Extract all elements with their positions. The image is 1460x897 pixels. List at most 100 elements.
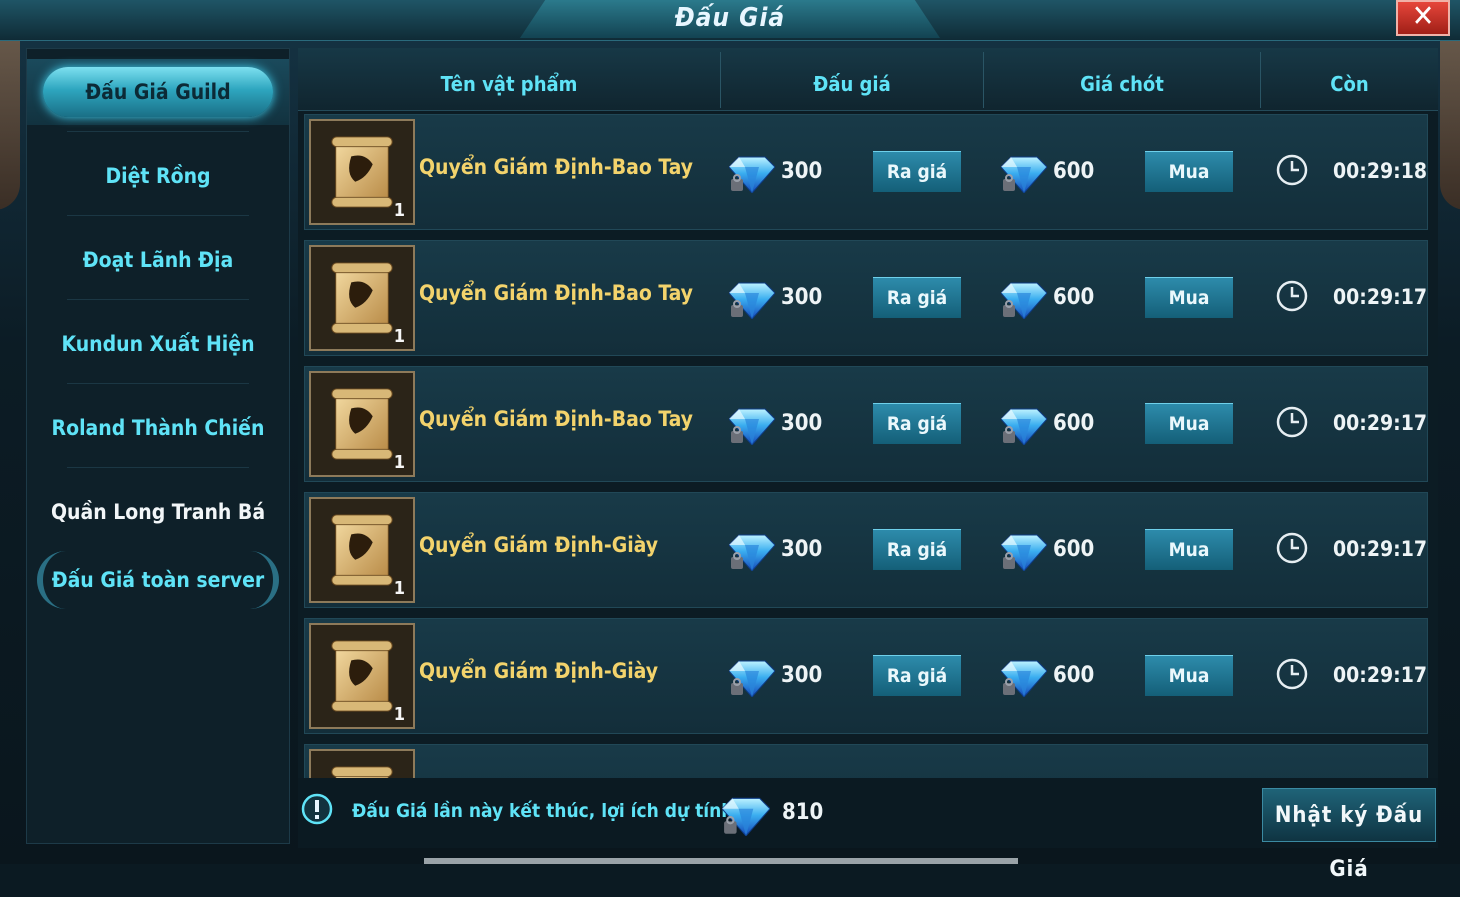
sidebar-item-label: Roland Thành Chiến xyxy=(51,416,265,440)
item-quantity: 1 xyxy=(393,452,405,473)
divider xyxy=(67,299,249,300)
item-name: Quyển Giám Định-Giày xyxy=(419,533,659,557)
divider xyxy=(67,383,249,384)
locked-diamond-icon xyxy=(729,156,775,193)
info-icon xyxy=(301,793,333,825)
buyout-price: 600 xyxy=(1053,159,1095,184)
bid-price: 300 xyxy=(781,411,823,436)
bid-button[interactable]: Ra giá xyxy=(873,655,961,696)
auction-table: Tên vật phẩm Đấu giá Giá chót Còn 1 Quyể… xyxy=(298,48,1438,778)
item-name: Quyển Giám Định-Bao Tay xyxy=(419,281,693,305)
clock-icon xyxy=(1276,532,1308,564)
category-sidebar: Đấu Giá Guild Diệt Rồng Đoạt Lãnh Địa Ku… xyxy=(26,48,290,844)
buy-button[interactable]: Mua xyxy=(1145,529,1233,570)
clock-icon xyxy=(1276,280,1308,312)
diamond-icon xyxy=(1001,282,1047,319)
item-name: Quyển Giám Định-Bao Tay xyxy=(419,407,693,431)
header-time-left: Còn xyxy=(1330,72,1369,96)
bid-button[interactable]: Ra giá xyxy=(873,151,961,192)
item-slot[interactable]: 1 xyxy=(309,371,415,477)
footer-bar: Đấu Giá lần này kết thúc, lợi ích dự tín… xyxy=(298,778,1438,882)
sidebar-item-quan-long[interactable]: Quần Long Tranh Bá xyxy=(27,479,289,545)
bid-button[interactable]: Ra giá xyxy=(873,403,961,444)
buy-button[interactable]: Mua xyxy=(1145,277,1233,318)
glove-scroll-icon xyxy=(331,262,393,334)
item-slot[interactable] xyxy=(309,749,415,778)
bid-button[interactable]: Ra giá xyxy=(873,529,961,570)
buy-button[interactable]: Mua xyxy=(1145,151,1233,192)
sidebar-item-label: Diệt Rồng xyxy=(105,164,211,188)
table-row[interactable]: 1 Quyển Giám Định-Bao Tay 300 Ra giá 600… xyxy=(304,114,1428,230)
divider xyxy=(67,215,249,216)
sidebar-item-doat-lanh-dia[interactable]: Đoạt Lãnh Địa xyxy=(27,227,289,293)
diamond-icon xyxy=(1001,408,1047,445)
sidebar-item-label: Kundun Xuất Hiện xyxy=(61,332,255,356)
clock-icon xyxy=(1276,154,1308,186)
locked-diamond-icon xyxy=(729,408,775,445)
item-quantity: 1 xyxy=(393,326,405,347)
close-icon: ✕ xyxy=(1411,0,1435,34)
time-left: 00:29:17 xyxy=(1333,537,1427,561)
glove-scroll-icon xyxy=(331,388,393,460)
boots-scroll-icon xyxy=(331,640,393,712)
item-quantity: 1 xyxy=(393,578,405,599)
bid-price: 300 xyxy=(781,159,823,184)
horizontal-scrollbar[interactable] xyxy=(424,858,1018,864)
buyout-price: 600 xyxy=(1053,285,1095,310)
time-left: 00:29:17 xyxy=(1333,663,1427,687)
scroll-icon xyxy=(331,766,393,778)
item-slot[interactable]: 1 xyxy=(309,119,415,225)
sidebar-item-guild-auction[interactable]: Đấu Giá Guild xyxy=(27,59,289,125)
buyout-price: 600 xyxy=(1053,537,1095,562)
time-left: 00:29:17 xyxy=(1333,411,1427,435)
diamond-icon xyxy=(1001,534,1047,571)
estimated-profit-label: Đấu Giá lần này kết thúc, lợi ích dự tín… xyxy=(352,800,734,822)
table-row[interactable]: 1 Quyển Giám Định-Bao Tay 300 Ra giá 600… xyxy=(304,366,1428,482)
item-slot[interactable]: 1 xyxy=(309,497,415,603)
clock-icon xyxy=(1276,406,1308,438)
buyout-price: 600 xyxy=(1053,411,1095,436)
item-slot[interactable]: 1 xyxy=(309,623,415,729)
glove-scroll-icon xyxy=(331,136,393,208)
divider xyxy=(67,131,249,132)
sidebar-item-label: Quần Long Tranh Bá xyxy=(50,500,266,524)
sidebar-item-diet-rong[interactable]: Diệt Rồng xyxy=(27,143,289,209)
time-left: 00:29:18 xyxy=(1333,159,1427,183)
locked-diamond-icon xyxy=(729,534,775,571)
diamond-icon xyxy=(1001,660,1047,697)
bid-price: 300 xyxy=(781,537,823,562)
item-slot[interactable]: 1 xyxy=(309,245,415,351)
locked-diamond-icon xyxy=(729,660,775,697)
table-row[interactable]: 1 Quyển Giám Định-Giày 300 Ra giá 600 Mu… xyxy=(304,492,1428,608)
buyout-price: 600 xyxy=(1053,663,1095,688)
table-row[interactable] xyxy=(304,744,1428,778)
sidebar-item-roland[interactable]: Roland Thành Chiến xyxy=(27,395,289,461)
sidebar-item-kundun[interactable]: Kundun Xuất Hiện xyxy=(27,311,289,377)
time-left: 00:29:17 xyxy=(1333,285,1427,309)
buy-button[interactable]: Mua xyxy=(1145,655,1233,696)
diamond-icon xyxy=(1001,156,1047,193)
divider xyxy=(67,467,249,468)
clock-icon xyxy=(1276,658,1308,690)
close-button[interactable]: ✕ xyxy=(1396,0,1450,36)
locked-diamond-icon xyxy=(729,282,775,319)
bid-button[interactable]: Ra giá xyxy=(873,277,961,318)
item-name: Quyển Giám Định-Bao Tay xyxy=(419,155,693,179)
sidebar-item-server-auction[interactable]: Đấu Giá toàn server xyxy=(27,547,289,613)
table-header: Tên vật phẩm Đấu giá Giá chót Còn xyxy=(298,48,1438,111)
window-title: Đấu Giá xyxy=(674,3,786,33)
item-quantity: 1 xyxy=(393,200,405,221)
auction-log-button[interactable]: Nhật ký Đấu Giá xyxy=(1262,788,1436,882)
buy-button[interactable]: Mua xyxy=(1145,403,1233,444)
sidebar-item-label: Đấu Giá toàn server xyxy=(51,568,265,592)
sidebar-item-label: Đoạt Lãnh Địa xyxy=(82,248,234,272)
table-row[interactable]: 1 Quyển Giám Định-Bao Tay 300 Ra giá 600… xyxy=(304,240,1428,356)
header-bid: Đấu giá xyxy=(813,72,891,96)
table-row[interactable]: 1 Quyển Giám Định-Giày 300 Ra giá 600 Mu… xyxy=(304,618,1428,734)
bid-price: 300 xyxy=(781,285,823,310)
item-quantity: 1 xyxy=(393,704,405,725)
sidebar-item-label: Đấu Giá Guild xyxy=(85,80,231,104)
header-buyout: Giá chót xyxy=(1080,72,1164,96)
header-item-name: Tên vật phẩm xyxy=(440,72,578,96)
estimated-profit-value: 810 xyxy=(782,800,824,825)
